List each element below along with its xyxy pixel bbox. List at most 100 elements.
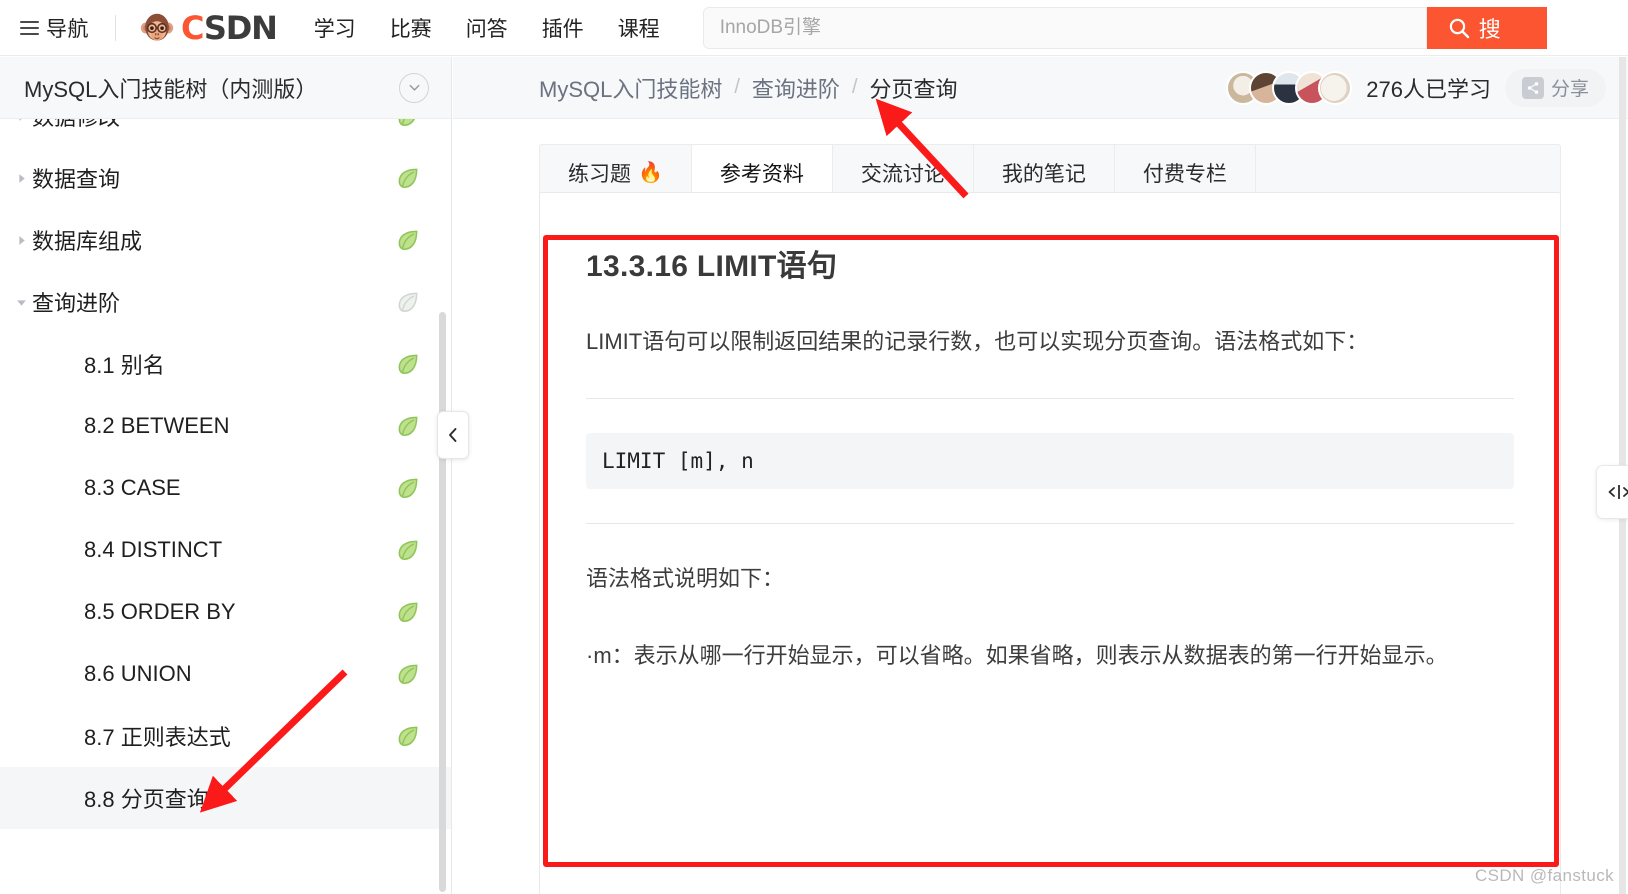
- caret-right-icon[interactable]: [10, 172, 32, 185]
- sidebar-row: 数据库组成: [0, 209, 451, 271]
- search-button[interactable]: 搜: [1426, 6, 1547, 49]
- monkey-icon: [140, 13, 174, 41]
- tab-label: 参考资料: [719, 162, 804, 186]
- header-nav-links: 学习 比赛 问答 插件 课程: [297, 13, 677, 43]
- sidebar-collapse-handle[interactable]: [437, 411, 469, 459]
- sidebar-item-label: 8.4 DISTINCT: [84, 537, 223, 562]
- leaf-status-icon: [398, 292, 418, 312]
- sidebar-item-label: 8.7 正则表达式: [84, 725, 231, 750]
- caret-right-icon[interactable]: [10, 234, 32, 247]
- leaf-status-icon: [398, 540, 418, 560]
- leaf-status-icon: [398, 416, 418, 436]
- sidebar-row: 8.7 正则表达式: [0, 705, 451, 767]
- chevron-left-icon: [449, 428, 457, 442]
- breadcrumb-bar: MySQL入门技能树 / 查询进阶 / 分页查询 276人已学习 分享: [453, 57, 1628, 119]
- share-button-label: 分享: [1550, 79, 1589, 100]
- breadcrumb: MySQL入门技能树 / 查询进阶 / 分页查询: [539, 72, 958, 104]
- sidebar-item-label: 8.5 ORDER BY: [84, 599, 236, 624]
- leaf-status-icon: [398, 726, 418, 746]
- sidebar-item-label: 数据库组成: [32, 229, 143, 254]
- horizontal-resize-icon: [1608, 485, 1628, 499]
- caret-right-icon[interactable]: [10, 119, 32, 123]
- search-area: 搜: [702, 6, 1547, 49]
- sidebar-item-label: 8.6 UNION: [84, 661, 192, 686]
- learner-avatars: [1226, 70, 1353, 105]
- sidebar-title: MySQL入门技能树（内测版）: [24, 76, 318, 102]
- sidebar-item-0[interactable]: 数据修改: [0, 119, 451, 147]
- sidebar-item-1[interactable]: 数据查询: [0, 147, 451, 209]
- csdn-logo[interactable]: CSDN: [138, 8, 278, 47]
- header-divider: [115, 14, 116, 41]
- sidebar-item-clipped[interactable]: 数据修改: [0, 119, 451, 147]
- breadcrumb-separator: /: [734, 76, 740, 98]
- share-button[interactable]: 分享: [1504, 68, 1606, 107]
- nav-link-4[interactable]: 课程: [601, 13, 677, 43]
- search-input[interactable]: [719, 16, 1410, 39]
- search-icon: [1449, 18, 1469, 38]
- nav-link-2[interactable]: 问答: [449, 13, 525, 43]
- skill-tree-list: 数据修改数据查询数据库组成查询进阶 8.1 别名 8.2 BETWEEN 8.3 CA…: [0, 119, 451, 829]
- leaf-status-icon: [398, 602, 418, 622]
- leaf-status-icon: [398, 664, 418, 684]
- top-header: 导航 CSDN 学习 比赛 问答 插件 课程 InnoDB引擎 搜: [0, 0, 1628, 56]
- leaf-status-icon: [398, 230, 418, 250]
- doc-paragraph-1: LIMIT语句可以限制返回结果的记录行数，也可以实现分页查询。语法格式如下：: [586, 329, 1369, 354]
- sidebar-item-label: 8.1 别名: [84, 353, 165, 378]
- doc-divider-top: [586, 397, 1514, 399]
- sidebar-item-label: 数据修改: [32, 119, 395, 132]
- csdn-watermark: CSDN @fanstuck: [1474, 866, 1614, 885]
- sidebar-item-6[interactable]: 8.3 CASE: [0, 457, 451, 519]
- breadcrumb-item-0[interactable]: MySQL入门技能树: [539, 72, 722, 104]
- sidebar-item-5[interactable]: 8.2 BETWEEN: [0, 395, 451, 457]
- sidebar-item-2[interactable]: 数据库组成: [0, 209, 451, 271]
- sidebar-row: 8.5 ORDER BY: [0, 581, 451, 643]
- brand-wordmark: CSDN: [181, 8, 278, 47]
- code-block: LIMIT [m], n: [586, 432, 1514, 489]
- doc-divider-bottom: [586, 522, 1514, 524]
- sidebar-item-3[interactable]: 查询进阶: [0, 271, 451, 333]
- csdn-skill-tree-page: 导航 CSDN 学习 比赛 问答 插件 课程 InnoDB引擎 搜 MySQL入…: [0, 0, 1628, 894]
- sidebar-item-4[interactable]: 8.1 别名: [0, 333, 451, 395]
- sidebar-item-9[interactable]: 8.6 UNION: [0, 643, 451, 705]
- leaf-status-icon: [398, 478, 418, 498]
- breadcrumb-item-2[interactable]: 分页查询: [870, 72, 958, 104]
- leaf-status-icon: [398, 168, 418, 188]
- share-icon: [1521, 76, 1544, 99]
- search-button-label: 搜: [1478, 16, 1501, 42]
- sidebar-row: 查询进阶: [0, 271, 451, 333]
- tab-label: 交流讨论: [860, 162, 945, 186]
- leaf-status-icon: [398, 119, 416, 126]
- sidebar-row: 8.4 DISTINCT: [0, 519, 451, 581]
- sidebar-row: 数据查询: [0, 147, 451, 209]
- sidebar-item-label: 8.8 分页查询: [84, 787, 209, 812]
- sidebar-item-label: 8.3 CASE: [84, 475, 181, 500]
- nav-link-1[interactable]: 比赛: [373, 13, 449, 43]
- leaf-status-icon: [398, 354, 418, 374]
- breadcrumb-separator: /: [851, 76, 858, 98]
- sidebar-item-7[interactable]: 8.4 DISTINCT: [0, 519, 451, 581]
- chevron-down-icon[interactable]: [399, 72, 429, 103]
- nav-link-0[interactable]: 学习: [297, 13, 373, 43]
- doc-paragraph-2: 语法格式说明如下：: [586, 565, 785, 591]
- sidebar-item-label: 查询进阶: [32, 291, 121, 316]
- sidebar-row: 8.1 别名: [0, 333, 451, 395]
- tab-label: 我的笔记: [1001, 162, 1086, 186]
- sidebar-item-8[interactable]: 8.5 ORDER BY: [0, 581, 451, 643]
- sidebar-item-10[interactable]: 8.7 正则表达式: [0, 705, 451, 767]
- sidebar-header[interactable]: MySQL入门技能树（内测版）: [0, 57, 451, 119]
- breadcrumb-item-1[interactable]: 查询进阶: [752, 72, 840, 104]
- panel-resize-handle[interactable]: [1596, 465, 1628, 519]
- leaf-placeholder: [395, 785, 421, 811]
- doc-paragraph-3: ·m：表示从哪一行开始显示，可以省略。如果省略，则表示从数据表的第一行开始显示。: [586, 642, 1448, 668]
- sidebar-row: 8.8 分页查询: [0, 767, 451, 829]
- tab-label: 付费专栏: [1142, 162, 1227, 186]
- sidebar-scrollbar[interactable]: [439, 312, 446, 892]
- caret-down-icon[interactable]: [10, 296, 32, 309]
- sidebar-row: 8.6 UNION: [0, 643, 451, 705]
- main-content: MySQL入门技能树 / 查询进阶 / 分页查询 276人已学习 分享 练习题 …: [453, 57, 1628, 894]
- nav-menu-button[interactable]: 导航: [20, 13, 89, 43]
- search-box[interactable]: [702, 6, 1427, 49]
- nav-link-3[interactable]: 插件: [525, 13, 601, 43]
- sidebar-item-11[interactable]: 8.8 分页查询: [0, 767, 451, 829]
- learner-count: 276人已学习: [1366, 76, 1491, 102]
